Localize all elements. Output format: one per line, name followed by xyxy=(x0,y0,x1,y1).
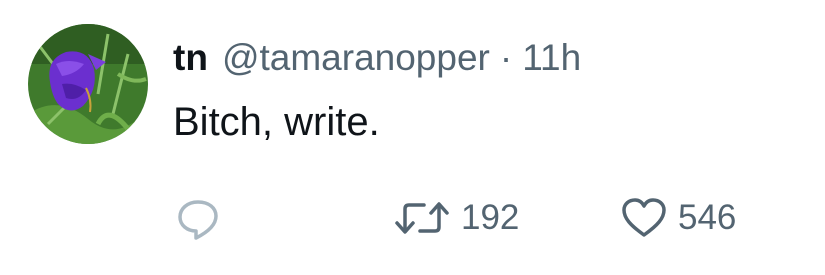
user-handle[interactable]: @tamaranopper xyxy=(222,34,490,82)
like-count: 546 xyxy=(678,198,737,237)
retweet-button[interactable]: 192 xyxy=(393,194,519,242)
reply-button[interactable] xyxy=(175,194,221,242)
purple-flower-photo-icon xyxy=(28,24,148,144)
heart-icon xyxy=(620,196,668,240)
tweet-text: Bitch, write. xyxy=(173,100,380,144)
tweet-header: tn @tamaranopper · 11h xyxy=(173,34,581,82)
avatar[interactable] xyxy=(28,24,148,144)
reply-icon xyxy=(175,195,221,241)
separator-dot: · xyxy=(499,37,513,78)
retweet-icon xyxy=(393,197,451,239)
timestamp[interactable]: 11h xyxy=(522,34,581,82)
tweet[interactable]: tn @tamaranopper · 11h Bitch, write. 192 xyxy=(0,0,825,275)
like-button[interactable]: 546 xyxy=(620,194,736,242)
retweet-count: 192 xyxy=(461,198,520,237)
display-name[interactable]: tn xyxy=(173,34,208,82)
